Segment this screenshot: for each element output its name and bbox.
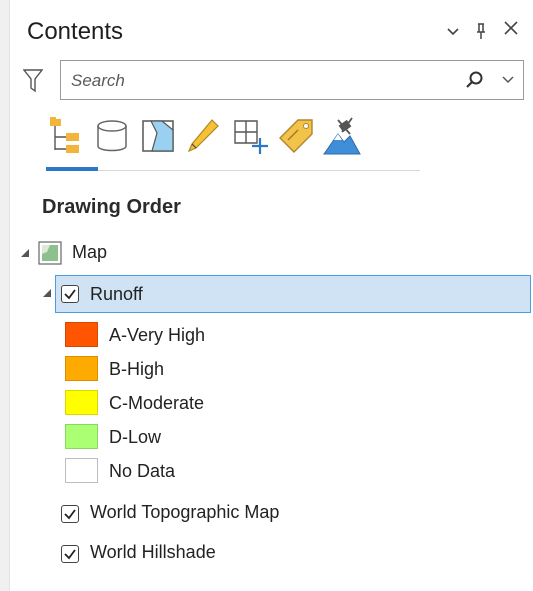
legend-label-very-high: A-Very High: [109, 325, 206, 345]
runoff-expander[interactable]: [42, 288, 52, 300]
active-tab-indicator: [46, 167, 98, 171]
search-options-dropdown[interactable]: [501, 73, 515, 87]
world-topo-visibility-checkbox[interactable]: [61, 505, 79, 523]
runoff-visibility-checkbox[interactable]: [61, 285, 79, 303]
list-by-drawing-order-icon[interactable]: [46, 116, 86, 156]
checkmark-icon: [64, 549, 76, 560]
section-heading: Drawing Order: [42, 196, 181, 218]
search-icon[interactable]: [465, 70, 485, 90]
world-hillshade-visibility-checkbox[interactable]: [61, 545, 79, 563]
search-field: [60, 60, 524, 100]
close-button[interactable]: [503, 20, 519, 40]
list-by-editing-icon[interactable]: [184, 116, 224, 156]
pane-options-button[interactable]: [446, 22, 460, 42]
layer-label-world-topographic-map[interactable]: World Topographic Map: [90, 502, 279, 523]
chevron-down-icon: [447, 28, 459, 36]
tab-divider: [46, 170, 420, 171]
expand-triangle-icon: [21, 249, 29, 257]
legend-swatch-very-high: [65, 322, 98, 347]
legend-swatch-no-data: [65, 458, 98, 483]
pin-icon: [477, 23, 485, 39]
list-by-perspective-imagery-icon[interactable]: [322, 116, 362, 156]
pin-button[interactable]: [475, 22, 487, 45]
close-icon: [504, 21, 518, 35]
legend-swatch-low: [65, 424, 98, 449]
legend-label-no-data: No Data: [109, 461, 176, 481]
legend-swatch-moderate: [65, 390, 98, 415]
chevron-down-icon: [502, 76, 514, 84]
checkmark-icon: [64, 509, 76, 520]
list-by-source-icon[interactable]: [92, 116, 132, 156]
map-expander[interactable]: [20, 248, 30, 260]
list-by-labeling-icon[interactable]: [276, 116, 316, 156]
legend-label-low: D-Low: [109, 427, 162, 447]
checkmark-icon: [64, 289, 76, 300]
left-dock-strip: [0, 0, 10, 591]
legend-label-moderate: C-Moderate: [109, 393, 205, 413]
layer-label-world-hillshade[interactable]: World Hillshade: [90, 542, 216, 563]
expand-triangle-icon: [43, 289, 51, 297]
pane-title: Contents: [27, 18, 124, 45]
list-by-selection-icon[interactable]: [138, 116, 178, 156]
map-label[interactable]: Map: [72, 242, 107, 263]
filter-icon[interactable]: [22, 69, 44, 93]
list-by-snapping-icon[interactable]: [230, 116, 270, 156]
runoff-label: Runoff: [90, 284, 143, 304]
legend-label-high: B-High: [109, 359, 165, 379]
search-input[interactable]: [69, 69, 453, 93]
contents-pane: Contents Search Drawing Order Map Runoff…: [10, 0, 533, 591]
legend-swatch-high: [65, 356, 98, 381]
map-icon: [38, 241, 62, 265]
